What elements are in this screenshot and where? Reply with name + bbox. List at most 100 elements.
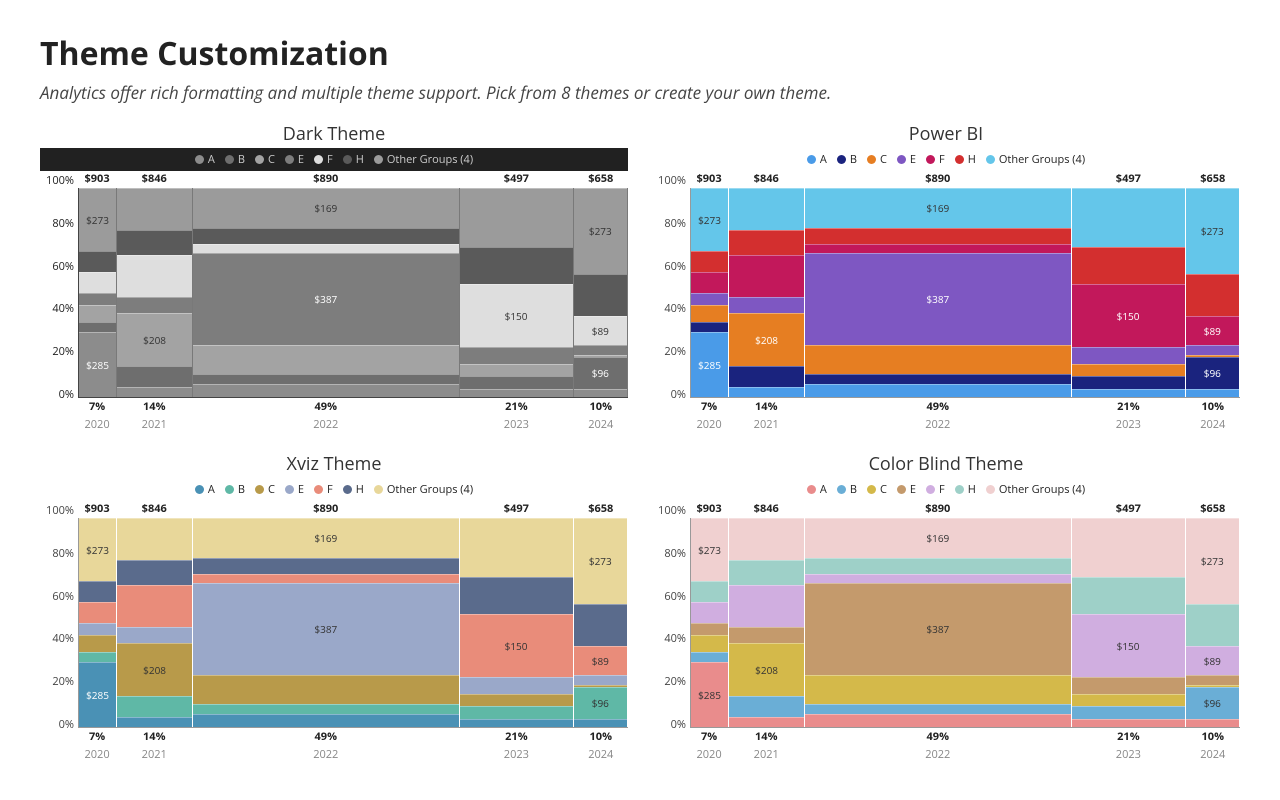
- bar-column: $285$273: [691, 518, 729, 727]
- column-total: $846: [116, 501, 192, 518]
- y-tick: 80%: [664, 216, 686, 231]
- legend-item: B: [837, 482, 857, 497]
- y-tick: 20%: [52, 344, 74, 359]
- column-width-pct: 14%: [116, 398, 192, 414]
- chart-legend: ABCEFHOther Groups (4): [40, 148, 628, 171]
- x-tick: 2024: [574, 414, 628, 432]
- bar-segment: [193, 244, 458, 252]
- legend-item: Other Groups (4): [374, 152, 473, 167]
- bar-segment: [79, 293, 116, 306]
- y-tick: 40%: [52, 301, 74, 316]
- column-width-pct: 49%: [192, 728, 459, 744]
- legend-swatch: [807, 485, 816, 494]
- bar-column: $285$273: [79, 188, 117, 397]
- chart-title: Xviz Theme: [40, 452, 628, 476]
- bar-segment: [117, 230, 192, 255]
- chart-body: 100%80%60%40%20%0%$903$846$890$497$658$2…: [652, 171, 1240, 432]
- x-tick: 2024: [574, 744, 628, 762]
- column-total: $890: [804, 171, 1071, 188]
- column-width-pct: 49%: [804, 728, 1071, 744]
- bar-column: $150: [460, 188, 574, 397]
- plot-area: $903$846$890$497$658$285$273$208$387$169…: [690, 501, 1240, 762]
- legend-item: E: [285, 482, 304, 497]
- legend-swatch: [374, 485, 383, 494]
- legend-swatch: [926, 155, 935, 164]
- bar-column: $96$89$273: [1186, 188, 1240, 397]
- bar-column: $96$89$273: [574, 518, 628, 727]
- bar-segment: $387: [193, 253, 458, 345]
- column-total: $903: [78, 171, 116, 188]
- x-tick: 2020: [690, 744, 728, 762]
- legend-swatch: [867, 155, 876, 164]
- bar-segment: $96: [574, 687, 627, 718]
- legend-item: B: [225, 152, 245, 167]
- chart-body: 100%80%60%40%20%0%$903$846$890$497$658$2…: [652, 501, 1240, 762]
- bar-segment: [1072, 694, 1185, 707]
- legend-label: H: [968, 152, 976, 167]
- legend-item: F: [314, 152, 333, 167]
- column-total: $497: [1071, 501, 1185, 518]
- bar-segment: [79, 602, 116, 623]
- bar-segment: [193, 675, 458, 704]
- legend-label: Other Groups (4): [999, 152, 1085, 167]
- y-tick: 80%: [664, 546, 686, 561]
- column-width-pct: 14%: [116, 728, 192, 744]
- chart-legend: ABCEFHOther Groups (4): [652, 478, 1240, 501]
- x-tick: 2022: [804, 414, 1071, 432]
- column-total: $658: [1186, 171, 1240, 188]
- bar-segment: [574, 389, 627, 397]
- bar-segment: [729, 627, 804, 644]
- y-tick: 40%: [664, 631, 686, 646]
- legend-swatch: [285, 155, 294, 164]
- bar-segment: $150: [1072, 614, 1185, 677]
- legend-label: C: [880, 152, 887, 167]
- bar-segment: [691, 293, 728, 306]
- legend-swatch: [255, 485, 264, 494]
- legend-item: H: [955, 482, 976, 497]
- legend-item: F: [314, 482, 333, 497]
- bar-segment: [460, 389, 573, 397]
- chart-legend: ABCEFHOther Groups (4): [652, 148, 1240, 171]
- y-tick: 100%: [46, 173, 74, 188]
- legend-item: H: [343, 152, 364, 167]
- bar-segment: $169: [193, 518, 458, 558]
- bar-segment: $208: [117, 643, 192, 695]
- chart-title: Color Blind Theme: [652, 452, 1240, 476]
- y-tick: 0%: [59, 387, 74, 402]
- bar-segment: [729, 518, 804, 560]
- bar-segment: [460, 677, 573, 694]
- legend-label: B: [238, 152, 245, 167]
- bar-segment: [117, 255, 192, 297]
- bar-segment: $273: [691, 188, 728, 251]
- column-total: $658: [1186, 501, 1240, 518]
- legend-swatch: [807, 155, 816, 164]
- bar-segment: [729, 297, 804, 314]
- legend-swatch: [897, 155, 906, 164]
- bar-segment: [193, 374, 458, 384]
- bar-segment: [79, 251, 116, 272]
- bar-segment: [460, 518, 573, 577]
- bar-segment: $96: [574, 357, 627, 388]
- bar-segment: $285: [691, 332, 728, 397]
- bar-segment: [193, 384, 458, 397]
- bar-segment: [117, 585, 192, 627]
- bar-segment: $89: [1186, 646, 1239, 675]
- legend-label: A: [208, 482, 215, 497]
- legend-label: E: [298, 482, 304, 497]
- marimekko-bars: $285$273$208$387$169$150$96$89$273: [690, 518, 1240, 728]
- legend-item: C: [255, 482, 275, 497]
- bar-segment: [1186, 345, 1239, 355]
- charts-grid: Dark ThemeABCEFHOther Groups (4)100%80%6…: [40, 122, 1240, 762]
- bar-column: $387$169: [193, 518, 459, 727]
- bar-segment: [460, 347, 573, 364]
- legend-swatch: [195, 485, 204, 494]
- bar-segment: [79, 652, 116, 662]
- y-axis: 100%80%60%40%20%0%: [652, 171, 690, 432]
- bar-segment: [729, 255, 804, 297]
- bar-segment: [729, 230, 804, 255]
- bar-segment: $208: [729, 313, 804, 365]
- y-tick: 0%: [59, 717, 74, 732]
- plot-area: $903$846$890$497$658$285$273$208$387$169…: [78, 501, 628, 762]
- bar-column: $285 $273: [691, 188, 729, 397]
- bar-segment: [691, 652, 728, 662]
